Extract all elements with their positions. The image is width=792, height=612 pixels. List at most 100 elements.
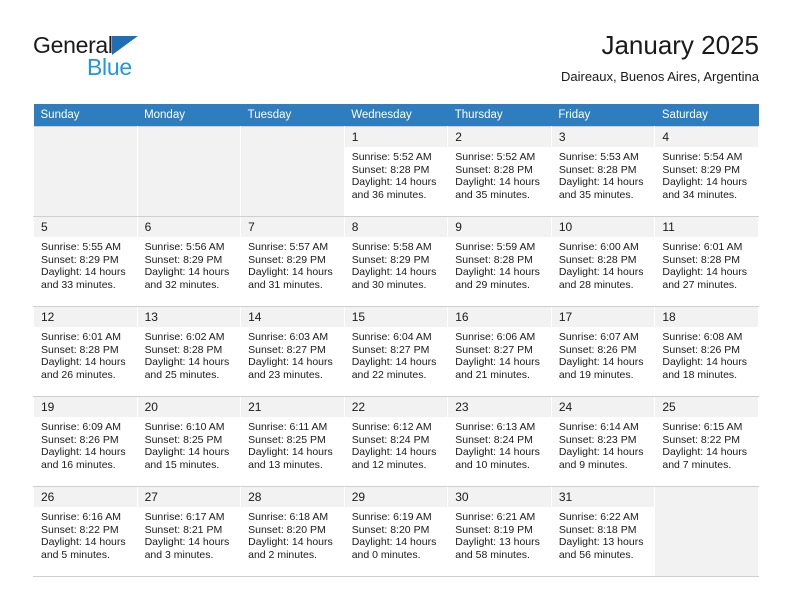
- calendar-day-cell[interactable]: 24 Sunrise: 6:14 AM Sunset: 8:23 PM Dayligh…: [550, 396, 656, 487]
- sunrise-text: Sunrise: 6:01 AM: [662, 241, 743, 253]
- calendar-day-cell[interactable]: 30 Sunrise: 6:21 AM Sunset: 8:19 PM Dayligh…: [447, 486, 552, 577]
- calendar-day-cell[interactable]: 23 Sunrise: 6:13 AM Sunset: 8:24 PM Dayligh…: [447, 396, 552, 487]
- calendar-cell-empty: [654, 486, 759, 577]
- daylight-text: Daylight: 14 hours and 29 minutes.: [455, 266, 540, 291]
- calendar-day-cell[interactable]: 7 Sunrise: 5:57 AM Sunset: 8:29 PM Daylight…: [240, 216, 345, 307]
- calendar-day-cell[interactable]: 6 Sunrise: 5:56 AM Sunset: 8:29 PM Daylight…: [136, 216, 242, 307]
- calendar-day-cell[interactable]: 31 Sunrise: 6:22 AM Sunset: 8:18 PM Dayligh…: [550, 486, 656, 577]
- calendar-page: General Blue January 2025 Daireaux, Buen…: [0, 0, 792, 612]
- sunrise-text: Sunrise: 6:21 AM: [455, 511, 536, 523]
- calendar-day-cell[interactable]: 19 Sunrise: 6:09 AM Sunset: 8:26 PM Dayligh…: [33, 396, 138, 487]
- calendar-day-cell[interactable]: 12 Sunrise: 6:01 AM Sunset: 8:28 PM Dayligh…: [33, 306, 138, 397]
- daylight-text: Daylight: 14 hours and 19 minutes.: [558, 356, 644, 381]
- day-number: 14: [241, 307, 344, 327]
- daylight-text: Daylight: 13 hours and 58 minutes.: [455, 536, 540, 561]
- day-cell-content: 16 Sunrise: 6:06 AM Sunset: 8:27 PM Dayligh…: [448, 307, 551, 396]
- day-cell-content: 3 Sunrise: 5:53 AM Sunset: 8:28 PM Daylight…: [551, 127, 655, 216]
- day-cell-content: 24 Sunrise: 6:14 AM Sunset: 8:23 PM Dayligh…: [551, 397, 655, 486]
- calendar-day-cell[interactable]: 13 Sunrise: 6:02 AM Sunset: 8:28 PM Dayligh…: [136, 306, 242, 397]
- sunset-text: Sunset: 8:24 PM: [351, 433, 430, 446]
- day-info: Sunrise: 5:57 AM Sunset: 8:29 PM Daylight:…: [241, 237, 344, 291]
- day-number: 10: [551, 217, 655, 237]
- calendar-day-cell[interactable]: 3 Sunrise: 5:53 AM Sunset: 8:28 PM Daylight…: [550, 126, 656, 217]
- day-number: 31: [551, 487, 655, 507]
- sunrise-text: Sunrise: 6:01 AM: [41, 331, 121, 343]
- calendar-day-cell[interactable]: 2 Sunrise: 5:52 AM Sunset: 8:28 PM Daylight…: [447, 126, 552, 217]
- daylight-text: Daylight: 14 hours and 2 minutes.: [248, 536, 333, 561]
- calendar-day-cell[interactable]: 27 Sunrise: 6:17 AM Sunset: 8:21 PM Dayligh…: [136, 486, 242, 577]
- sunrise-text: Sunrise: 5:57 AM: [248, 241, 329, 253]
- sunrise-text: Sunrise: 6:04 AM: [351, 331, 432, 343]
- calendar-week-row: 5 Sunrise: 5:55 AM Sunset: 8:29 PM Daylight…: [33, 216, 759, 307]
- calendar-day-cell[interactable]: 28 Sunrise: 6:18 AM Sunset: 8:20 PM Dayligh…: [240, 486, 345, 577]
- calendar-day-cell[interactable]: 11 Sunrise: 6:01 AM Sunset: 8:28 PM Dayligh…: [654, 216, 759, 307]
- day-cell-content: 11 Sunrise: 6:01 AM Sunset: 8:28 PM Dayligh…: [655, 217, 758, 306]
- day-cell-content: 25 Sunrise: 6:15 AM Sunset: 8:22 PM Dayligh…: [655, 397, 758, 486]
- sunset-text: Sunset: 8:21 PM: [144, 523, 223, 536]
- day-number: 23: [448, 397, 551, 417]
- sunset-text: Sunset: 8:28 PM: [662, 253, 741, 266]
- calendar-cell-empty: [136, 126, 242, 217]
- day-number: 27: [137, 487, 241, 507]
- daylight-text: Daylight: 14 hours and 23 minutes.: [248, 356, 333, 381]
- calendar-day-cell[interactable]: 18 Sunrise: 6:08 AM Sunset: 8:26 PM Dayligh…: [654, 306, 759, 397]
- day-info: Sunrise: 6:14 AM Sunset: 8:23 PM Daylight:…: [552, 417, 655, 471]
- calendar-day-cell[interactable]: 29 Sunrise: 6:19 AM Sunset: 8:20 PM Dayligh…: [343, 486, 449, 577]
- calendar-day-cell[interactable]: 25 Sunrise: 6:15 AM Sunset: 8:22 PM Dayligh…: [654, 396, 759, 487]
- day-info: Sunrise: 5:54 AM Sunset: 8:29 PM Daylight:…: [655, 147, 758, 201]
- day-cell-content: 1 Sunrise: 5:52 AM Sunset: 8:28 PM Daylight…: [344, 127, 448, 216]
- calendar-day-cell[interactable]: 17 Sunrise: 6:07 AM Sunset: 8:26 PM Dayligh…: [550, 306, 656, 397]
- calendar-day-cell[interactable]: 22 Sunrise: 6:12 AM Sunset: 8:24 PM Dayligh…: [343, 396, 449, 487]
- daylight-text: Daylight: 14 hours and 10 minutes.: [455, 446, 540, 471]
- logo-text-blue: Blue: [87, 54, 132, 80]
- weekday-header-saturday: Saturday: [654, 104, 759, 127]
- calendar-day-cell[interactable]: 5 Sunrise: 5:55 AM Sunset: 8:29 PM Daylight…: [33, 216, 138, 307]
- day-cell-content: 20 Sunrise: 6:10 AM Sunset: 8:25 PM Dayligh…: [137, 397, 241, 486]
- calendar-day-cell[interactable]: 21 Sunrise: 6:11 AM Sunset: 8:25 PM Dayligh…: [240, 396, 345, 487]
- day-info: Sunrise: 6:13 AM Sunset: 8:24 PM Daylight:…: [448, 417, 551, 471]
- day-cell-content: 5 Sunrise: 5:55 AM Sunset: 8:29 PM Daylight…: [34, 217, 137, 306]
- calendar-day-cell[interactable]: 10 Sunrise: 6:00 AM Sunset: 8:28 PM Dayligh…: [550, 216, 656, 307]
- calendar-day-cell[interactable]: 9 Sunrise: 5:59 AM Sunset: 8:28 PM Daylight…: [447, 216, 552, 307]
- sunrise-text: Sunrise: 6:13 AM: [455, 421, 536, 433]
- daylight-text: Daylight: 14 hours and 27 minutes.: [662, 266, 748, 291]
- day-info: Sunrise: 6:21 AM Sunset: 8:19 PM Daylight:…: [448, 507, 551, 561]
- calendar-day-cell[interactable]: 4 Sunrise: 5:54 AM Sunset: 8:29 PM Daylight…: [654, 126, 759, 217]
- daylight-text: Daylight: 14 hours and 12 minutes.: [351, 446, 437, 471]
- logo-triangle-icon: [112, 36, 138, 55]
- sunset-text: Sunset: 8:27 PM: [248, 343, 326, 356]
- daylight-text: Daylight: 14 hours and 15 minutes.: [144, 446, 230, 471]
- sunset-text: Sunset: 8:22 PM: [662, 433, 741, 446]
- day-info: Sunrise: 6:07 AM Sunset: 8:26 PM Daylight:…: [552, 327, 655, 381]
- day-cell-content: 29 Sunrise: 6:19 AM Sunset: 8:20 PM Dayligh…: [344, 487, 448, 576]
- sunset-text: Sunset: 8:19 PM: [455, 523, 533, 536]
- sunset-text: Sunset: 8:27 PM: [455, 343, 533, 356]
- day-cell-content: 4 Sunrise: 5:54 AM Sunset: 8:29 PM Daylight…: [655, 127, 758, 216]
- day-info: Sunrise: 6:11 AM Sunset: 8:25 PM Daylight:…: [241, 417, 344, 471]
- day-cell-content: 21 Sunrise: 6:11 AM Sunset: 8:25 PM Dayligh…: [241, 397, 344, 486]
- day-info: Sunrise: 5:56 AM Sunset: 8:29 PM Daylight:…: [138, 237, 241, 291]
- day-number: 28: [241, 487, 344, 507]
- daylight-text: Daylight: 14 hours and 21 minutes.: [455, 356, 540, 381]
- daylight-text: Daylight: 14 hours and 5 minutes.: [41, 536, 126, 561]
- calendar-day-cell[interactable]: 26 Sunrise: 6:16 AM Sunset: 8:22 PM Dayligh…: [33, 486, 138, 577]
- day-number: 19: [34, 397, 137, 417]
- day-info: Sunrise: 6:22 AM Sunset: 8:18 PM Daylight:…: [552, 507, 655, 561]
- day-cell-content: 6 Sunrise: 5:56 AM Sunset: 8:29 PM Daylight…: [137, 217, 241, 306]
- calendar-day-cell[interactable]: 16 Sunrise: 6:06 AM Sunset: 8:27 PM Dayligh…: [447, 306, 552, 397]
- day-info: Sunrise: 6:03 AM Sunset: 8:27 PM Daylight:…: [241, 327, 344, 381]
- calendar-day-cell[interactable]: 15 Sunrise: 6:04 AM Sunset: 8:27 PM Dayligh…: [343, 306, 449, 397]
- day-number: 18: [655, 307, 758, 327]
- day-info: Sunrise: 6:08 AM Sunset: 8:26 PM Daylight:…: [655, 327, 758, 381]
- day-number: 16: [448, 307, 551, 327]
- generalblue-logo[interactable]: General Blue: [33, 32, 253, 88]
- sunrise-text: Sunrise: 6:15 AM: [662, 421, 743, 433]
- sunset-text: Sunset: 8:22 PM: [41, 523, 119, 536]
- day-number: 8: [344, 217, 448, 237]
- calendar-day-cell[interactable]: 8 Sunrise: 5:58 AM Sunset: 8:29 PM Daylight…: [343, 216, 449, 307]
- calendar-day-cell[interactable]: 1 Sunrise: 5:52 AM Sunset: 8:28 PM Daylight…: [343, 126, 449, 217]
- day-cell-content: 19 Sunrise: 6:09 AM Sunset: 8:26 PM Dayligh…: [34, 397, 137, 486]
- day-cell-content: 23 Sunrise: 6:13 AM Sunset: 8:24 PM Dayligh…: [448, 397, 551, 486]
- calendar-day-cell[interactable]: 20 Sunrise: 6:10 AM Sunset: 8:25 PM Dayligh…: [136, 396, 242, 487]
- calendar-day-cell[interactable]: 14 Sunrise: 6:03 AM Sunset: 8:27 PM Dayligh…: [240, 306, 345, 397]
